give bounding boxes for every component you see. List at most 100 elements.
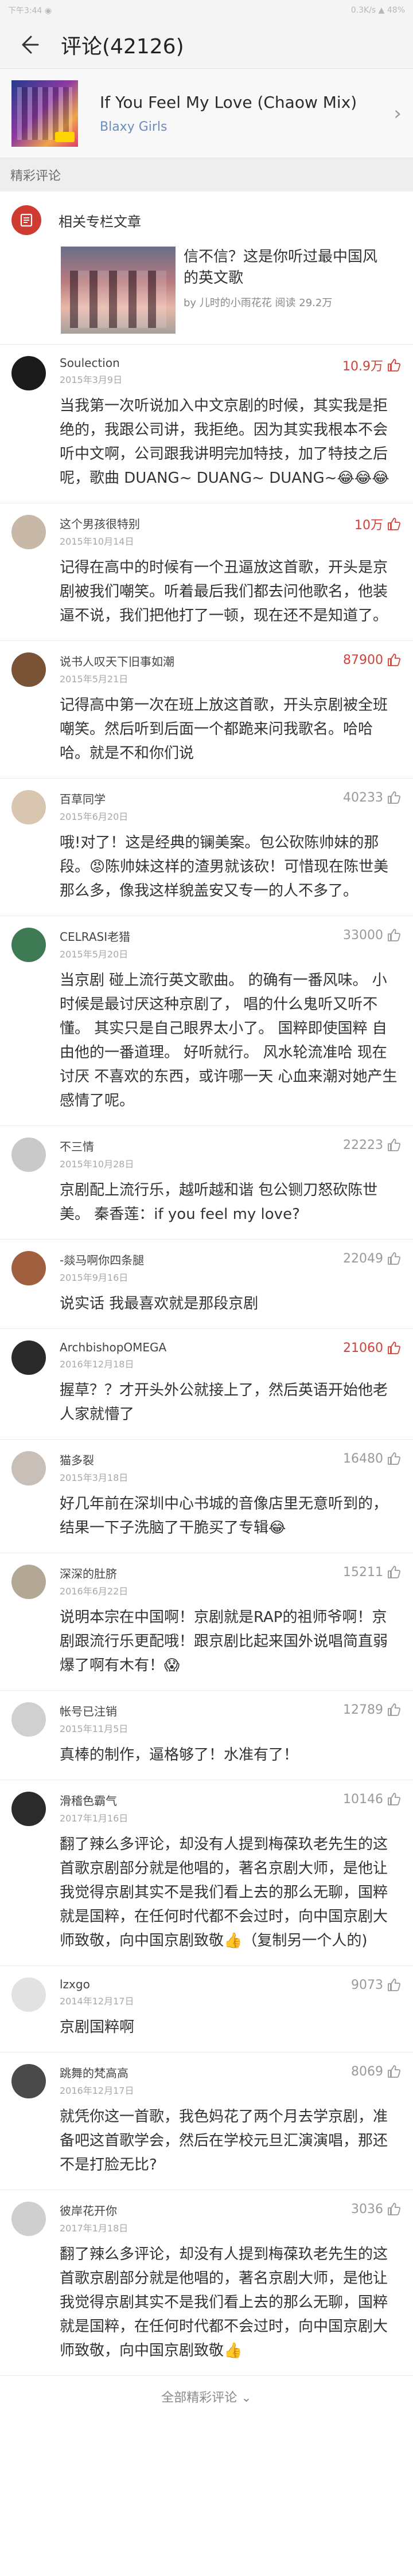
comment-username[interactable]: 深深的肚脐 [60, 1565, 128, 1581]
comment-text: 京剧配上流行乐，越听越和谐 包公铡刀怒砍陈世美。 秦香莲：if you feel… [60, 1182, 378, 1223]
like-button[interactable]: 16480 [343, 1451, 402, 1466]
avatar[interactable] [11, 1977, 46, 2012]
song-card[interactable]: If You Feel My Love (Chaow Mix) Blaxy Gi… [0, 69, 413, 158]
comment-username[interactable]: 不三情 [60, 1137, 134, 1154]
comment-date: 2015年11月5日 [60, 1723, 128, 1734]
comment-username[interactable]: 百草同学 [60, 790, 128, 807]
comment-header: 说书人叹天下旧事如潮 2015年5月21日 87900 [60, 652, 402, 685]
like-button[interactable]: 10.9万 [342, 356, 402, 374]
like-button[interactable]: 3036 [351, 2202, 402, 2217]
status-right: 0.3K/s ▲ 48% [350, 6, 405, 15]
avatar[interactable] [11, 790, 46, 824]
comment-body: 说书人叹天下旧事如潮 2015年5月21日 87900 记得高中第一次在班上放这… [60, 652, 402, 765]
like-button[interactable]: 10万 [354, 515, 402, 533]
like-button[interactable]: 87900 [343, 652, 402, 667]
comment-text: 京剧国粹啊 [60, 2019, 135, 2036]
comment-username[interactable]: 说书人叹天下旧事如潮 [60, 652, 174, 669]
avatar[interactable] [11, 356, 46, 390]
comment-username[interactable]: 滑稽色霸气 [60, 1792, 128, 1808]
like-button[interactable]: 33000 [343, 928, 402, 943]
thumbs-up-icon [388, 518, 401, 530]
comment-username[interactable]: lzxgo [60, 1977, 134, 1991]
comment-item: 百草同学 2015年6月20日 40233 哦!对了！这是经典的镧美案。包公砍陈… [0, 779, 413, 916]
like-button[interactable]: 22049 [343, 1251, 402, 1266]
thumbs-up-icon [388, 1703, 401, 1716]
comment-item: 说书人叹天下旧事如潮 2015年5月21日 87900 记得高中第一次在班上放这… [0, 641, 413, 779]
comment-text: 哦!对了！这是经典的镧美案。包公砍陈帅妹的那段。😡陈帅妹这样的渣男就该砍！可惜现… [60, 834, 389, 900]
avatar[interactable] [11, 515, 46, 549]
thumbs-up-icon [388, 929, 401, 941]
song-info: If You Feel My Love (Chaow Mix) Blaxy Gi… [100, 93, 384, 134]
comment-header: -燚马啊你四条腿 2015年9月16日 22049 [60, 1251, 402, 1284]
song-artist[interactable]: Blaxy Girls [100, 120, 384, 134]
like-count: 87900 [343, 652, 383, 667]
all-comments-link[interactable]: 全部精彩评论 ⌄ [0, 2376, 413, 2417]
avatar[interactable] [11, 1251, 46, 1285]
comment-date: 2017年1月18日 [60, 2223, 128, 2234]
comment-username[interactable]: 猫多裂 [60, 1451, 128, 1468]
like-button[interactable]: 22223 [343, 1137, 402, 1152]
section-title: 精彩评论 [10, 169, 61, 183]
comment-meta: 帐号已注销 2015年11月5日 [60, 1702, 128, 1735]
comment-header: 百草同学 2015年6月20日 40233 [60, 790, 402, 823]
like-button[interactable]: 21060 [343, 1340, 402, 1355]
article-card[interactable]: 信不信？这是你听过最中国风的英文歌 by 儿时的小雨花花 阅读 29.2万 [61, 247, 402, 334]
like-button[interactable]: 9073 [351, 1977, 402, 1992]
comment-item: 跳舞的梵高高 2016年12月17日 8069 就凭你这一首歌，我色妈花了两个月… [0, 2053, 413, 2190]
comment-item: Soulection 2015年3月9日 10.9万 当我第一次听说加入中文京剧… [0, 345, 413, 503]
app-bar: 评论(42126) [0, 21, 413, 69]
comment-meta: 深深的肚脐 2016年6月22日 [60, 1565, 128, 1597]
comment-username[interactable]: CELRASI老猎 [60, 928, 130, 944]
like-button[interactable]: 8069 [351, 2064, 402, 2079]
comment-item: lzxgo 2014年12月17日 9073 京剧国粹啊 [0, 1966, 413, 2053]
avatar[interactable] [11, 1137, 46, 1172]
comment-text: 记得高中第一次在班上放这首歌，开头京剧被全班嘲笑。然后听到后面一个都跪来问我歌名… [60, 697, 388, 762]
comment-item: 不三情 2015年10月28日 22223 京剧配上流行乐，越听越和谐 包公铡刀… [0, 1126, 413, 1240]
thumbs-up-icon [388, 1252, 401, 1265]
comment-text: 记得在高中的时候有一个丑逼放这首歌，开头是京剧被我们嘲笑。听着最后我们都去问他歌… [60, 559, 388, 624]
avatar[interactable] [11, 2064, 46, 2098]
status-bar: 下午3:44 ◉ 0.3K/s ▲ 48% [0, 0, 413, 21]
like-button[interactable]: 12789 [343, 1702, 402, 1717]
comment-username[interactable]: 跳舞的梵高高 [60, 2064, 134, 2081]
thumbs-up-icon [388, 359, 401, 372]
cover-logo [55, 131, 75, 142]
comment-username[interactable]: Soulection [60, 356, 122, 370]
comment-meta: 跳舞的梵高高 2016年12月17日 [60, 2064, 134, 2097]
like-count: 10146 [343, 1792, 383, 1807]
avatar[interactable] [11, 1565, 46, 1599]
thumbs-up-icon [388, 1342, 401, 1354]
comment-body: 猫多裂 2015年3月18日 16480 好几年前在深圳中心书城的音像店里无意听… [60, 1451, 402, 1540]
comment-username[interactable]: ArchbishopOMEGA [60, 1340, 166, 1354]
comment-date: 2015年3月9日 [60, 374, 123, 385]
avatar[interactable] [11, 1702, 46, 1737]
related-column: 相关专栏文章 信不信？这是你听过最中国风的英文歌 by 儿时的小雨花花 阅读 2… [0, 191, 413, 345]
avatar[interactable] [11, 2202, 46, 2236]
page-title: 评论(42126) [61, 34, 184, 58]
comment-item: 帐号已注销 2015年11月5日 12789 真棒的制作，逼格够了！水准有了！ [0, 1691, 413, 1780]
comment-username[interactable]: 彼岸花开你 [60, 2202, 128, 2218]
avatar[interactable] [11, 1792, 46, 1826]
back-button[interactable] [13, 29, 45, 61]
comment-date: 2016年12月18日 [60, 1359, 134, 1370]
comment-meta: Soulection 2015年3月9日 [60, 356, 122, 386]
comment-body: 这个男孩很特别 2015年10月14日 10万 记得在高中的时候有一个丑逼放这首… [60, 515, 402, 628]
comment-item: CELRASI老猎 2015年5月20日 33000 当京剧 碰上流行英文歌曲。… [0, 916, 413, 1126]
comment-username[interactable]: 这个男孩很特别 [60, 515, 140, 531]
avatar[interactable] [11, 1451, 46, 1486]
like-button[interactable]: 15211 [343, 1565, 402, 1580]
comment-username[interactable]: -燚马啊你四条腿 [60, 1251, 144, 1268]
comment-header: 不三情 2015年10月28日 22223 [60, 1137, 402, 1170]
avatar[interactable] [11, 652, 46, 687]
comment-header: 滑稽色霸气 2017年1月16日 10146 [60, 1792, 402, 1824]
avatar[interactable] [11, 928, 46, 962]
comment-text: 就凭你这一首歌，我色妈花了两个月去学京剧，准备吧这首歌学会，然后在学校元旦汇演演… [60, 2108, 388, 2174]
chevron-right-icon: › [393, 101, 402, 125]
like-count: 8069 [351, 2064, 383, 2079]
like-button[interactable]: 10146 [343, 1792, 402, 1807]
comment-item: -燚马啊你四条腿 2015年9月16日 22049 说实话 我最喜欢就是那段京剧 [0, 1240, 413, 1329]
thumbs-up-icon [388, 1566, 401, 1578]
like-button[interactable]: 40233 [343, 790, 402, 805]
avatar[interactable] [11, 1340, 46, 1375]
comment-username[interactable]: 帐号已注销 [60, 1702, 128, 1719]
